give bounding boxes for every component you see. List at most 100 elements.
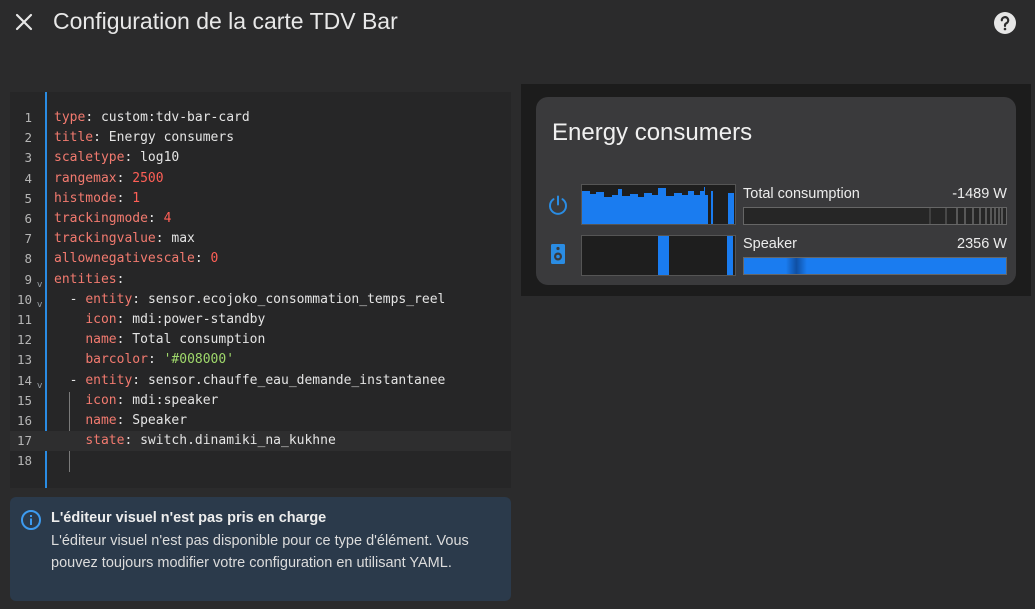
code-token: 2500 [132, 170, 164, 186]
code-token: scaletype [54, 150, 125, 166]
code-line[interactable]: 6 trackingmode: 4 [10, 209, 511, 229]
code-line[interactable]: 4 rangemax: 2500 [10, 169, 511, 189]
code-text: icon: mdi:power-standby [54, 310, 265, 330]
code-token: '#008000' [163, 352, 235, 368]
code-text: entities: [54, 270, 124, 290]
line-number: 16 [16, 413, 32, 428]
code-token: name [85, 413, 117, 428]
code-line[interactable]: 3 scaletype: log10 [10, 148, 511, 168]
code-token: trackingvalue [54, 231, 156, 247]
code-token: 4 [163, 211, 172, 226]
line-number: 3 [24, 150, 32, 166]
code-line[interactable]: 10 v - entity: sensor.ecojoko_consommatio… [10, 290, 511, 310]
code-line[interactable]: 8 allownegativescale: 0 [10, 249, 511, 269]
code-line[interactable]: 12 name: Total consumption [10, 330, 511, 350]
code-text: histmode: 1 [54, 189, 140, 209]
line-number: 12 [16, 332, 32, 348]
line-number: 15 [16, 392, 32, 408]
code-token: Total consumption [132, 332, 266, 348]
line-number: 18 [16, 453, 32, 469]
info-body: L'éditeur visuel n'est pas disponible po… [51, 533, 469, 571]
history-chart[interactable] [581, 184, 736, 225]
code-token: rangemax [54, 170, 117, 186]
code-token: - [54, 372, 86, 388]
line-number: 1 [24, 110, 32, 125]
code-token: : [147, 352, 164, 368]
code-token: entities [54, 271, 117, 287]
code-text: type: custom:tdv-bar-card [54, 108, 250, 128]
code-token: sensor.ecojoko_consommation_temps_reel [147, 291, 446, 307]
close-icon[interactable] [12, 10, 36, 34]
code-token: mdi:power-standby [132, 312, 266, 327]
info-icon [20, 509, 42, 531]
line-number: 8 [24, 251, 32, 267]
code-line[interactable]: 9 v entities: [10, 270, 511, 290]
line-number: 4 [24, 170, 32, 186]
card-title: Energy consumers [552, 119, 753, 146]
code-line[interactable]: 2 title: Energy consumers [10, 128, 511, 148]
code-token: trackingmode [54, 211, 148, 226]
code-text: barcolor: '#008000' [54, 350, 234, 370]
line-number: 14 [16, 372, 32, 388]
code-line[interactable]: 14 v - entity: sensor.chauffe_eau_demande… [10, 371, 511, 391]
code-text: name: Speaker [54, 411, 187, 431]
code-token: 0 [210, 251, 219, 267]
code-line[interactable]: 16 name: Speaker [10, 411, 511, 431]
code-line[interactable]: 18 [10, 451, 511, 471]
code-token: - [54, 291, 86, 307]
info-title: L'éditeur visuel n'est pas pris en charg… [51, 510, 327, 526]
code-token: allownegativescale [54, 251, 195, 267]
code-line[interactable]: 15 icon: mdi:speaker [10, 391, 511, 411]
history-chart[interactable] [581, 235, 736, 276]
entity-value: -1489 W [952, 186, 1007, 202]
line-number: 7 [24, 231, 32, 247]
code-token: barcolor [85, 352, 148, 368]
yaml-code-editor[interactable]: 1 type: custom:tdv-bar-card 2 title: Energy… [10, 92, 511, 488]
code-line[interactable]: 1 type: custom:tdv-bar-card [10, 108, 511, 128]
code-line[interactable]: 7 trackingvalue: max [10, 229, 511, 249]
code-token: type [54, 110, 86, 125]
code-token: entity [85, 291, 133, 307]
power-standby-icon[interactable] [546, 193, 570, 217]
code-token: : [93, 130, 109, 146]
code-token: : [116, 312, 133, 327]
value-bar [743, 207, 1007, 225]
line-number: 6 [24, 211, 32, 226]
entity-name: Speaker [743, 236, 798, 252]
code-text: state: switch.dinamiki_na_kukhne [54, 431, 336, 451]
code-token: icon [85, 312, 117, 327]
code-line[interactable]: 13 barcolor: '#008000' [10, 350, 511, 370]
help-circle-icon[interactable] [993, 11, 1017, 35]
code-token: entity [85, 372, 133, 388]
dialog-header: Configuration de la carte TDV Bar [0, 0, 1035, 46]
code-line[interactable]: 11 icon: mdi:power-standby [10, 310, 511, 330]
code-text: allownegativescale: 0 [54, 249, 218, 269]
entity-name: Total consumption [743, 186, 860, 202]
code-token: : [116, 190, 133, 206]
info-alert: L'éditeur visuel n'est pas pris en charg… [10, 497, 511, 601]
code-text: name: Total consumption [54, 330, 265, 350]
code-text: - entity: sensor.chauffe_eau_demande_ins… [54, 371, 446, 391]
code-text: - entity: sensor.ecojoko_consommation_te… [54, 290, 446, 310]
code-token: Speaker [132, 413, 188, 428]
code-token: : [116, 392, 133, 408]
code-token: switch.dinamiki_na_kukhne [140, 433, 336, 449]
code-text: title: Energy consumers [54, 128, 234, 148]
code-token: 1 [132, 190, 141, 206]
code-token: : [194, 251, 211, 267]
code-line[interactable]: 5 histmode: 1 [10, 189, 511, 209]
code-token: : [85, 110, 101, 125]
code-text: rangemax: 2500 [54, 169, 164, 189]
line-number: 11 [16, 312, 32, 327]
code-line[interactable]: 17 state: switch.dinamiki_na_kukhne [10, 431, 511, 452]
code-token: : [124, 150, 141, 166]
tdv-bar-card: Energy consumers Total consumption -1489… [536, 97, 1016, 285]
code-token: histmode [54, 190, 117, 206]
code-token: log10 [140, 150, 180, 166]
speaker-icon[interactable] [546, 242, 570, 266]
